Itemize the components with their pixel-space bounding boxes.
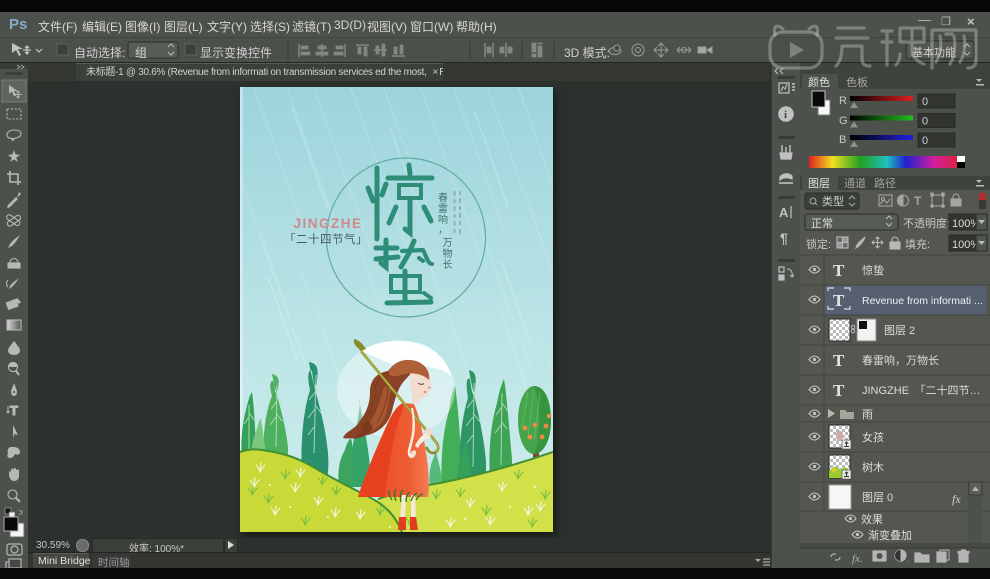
svg-text:长: 长 xyxy=(443,259,453,271)
svg-text:G: G xyxy=(839,115,848,127)
svg-text:填充:: 填充: xyxy=(905,237,930,251)
svg-text:0: 0 xyxy=(922,96,928,108)
svg-text:图层: 图层 xyxy=(808,177,830,190)
svg-text:春雷响，万物长: 春雷响，万物长 xyxy=(862,353,939,367)
svg-text:渐变叠加: 渐变叠加 xyxy=(868,528,912,542)
svg-text:效果: 效果 xyxy=(861,512,883,526)
svg-text:Revenue from informati ...: Revenue from informati ... xyxy=(862,295,983,307)
svg-text:惊蛰: 惊蛰 xyxy=(862,263,884,277)
svg-text:T: T xyxy=(833,291,845,310)
svg-text:雨: 雨 xyxy=(862,409,873,421)
svg-text:锁定:: 锁定: xyxy=(806,237,831,251)
svg-text:万: 万 xyxy=(443,238,453,249)
svg-text:0: 0 xyxy=(922,116,928,128)
svg-text:fx.: fx. xyxy=(852,553,863,565)
svg-text:颜色: 颜色 xyxy=(808,75,830,89)
svg-text:T: T xyxy=(914,194,922,208)
svg-text:JINGZHE 「二十四节…: JINGZHE 「二十四节… xyxy=(862,383,981,397)
svg-text:通道: 通道 xyxy=(844,176,866,190)
svg-text:不透明度:: 不透明度: xyxy=(903,216,950,230)
svg-text:T: T xyxy=(833,381,845,400)
svg-text:i: i xyxy=(784,109,787,121)
svg-text:0: 0 xyxy=(922,135,928,147)
svg-text:T: T xyxy=(833,261,845,280)
svg-text:色板: 色板 xyxy=(846,75,868,89)
svg-text:图层 2: 图层 2 xyxy=(884,324,915,337)
svg-text:，: ， xyxy=(438,225,448,236)
svg-text:.: . xyxy=(907,555,909,564)
svg-text:R: R xyxy=(839,95,847,107)
svg-text:fx: fx xyxy=(952,492,961,506)
svg-text:「二十四节气」: 「二十四节气」 xyxy=(284,232,368,246)
svg-text:类型: 类型 xyxy=(822,194,844,208)
svg-text:路径: 路径 xyxy=(874,177,896,190)
svg-text:T: T xyxy=(10,403,18,418)
svg-text:B: B xyxy=(839,134,846,146)
svg-text:树木: 树木 xyxy=(862,460,884,474)
svg-text:女孩: 女孩 xyxy=(862,430,884,444)
svg-text:JINGZHE: JINGZHE xyxy=(293,216,362,231)
svg-text:¶: ¶ xyxy=(780,230,788,246)
svg-text:物: 物 xyxy=(443,247,453,260)
svg-text:T: T xyxy=(833,351,845,370)
svg-text:图层 0: 图层 0 xyxy=(862,491,893,504)
svg-text:A: A xyxy=(779,205,789,220)
svg-text:雷: 雷 xyxy=(438,203,448,215)
svg-text:正常: 正常 xyxy=(811,217,833,230)
svg-text:春: 春 xyxy=(438,192,448,204)
